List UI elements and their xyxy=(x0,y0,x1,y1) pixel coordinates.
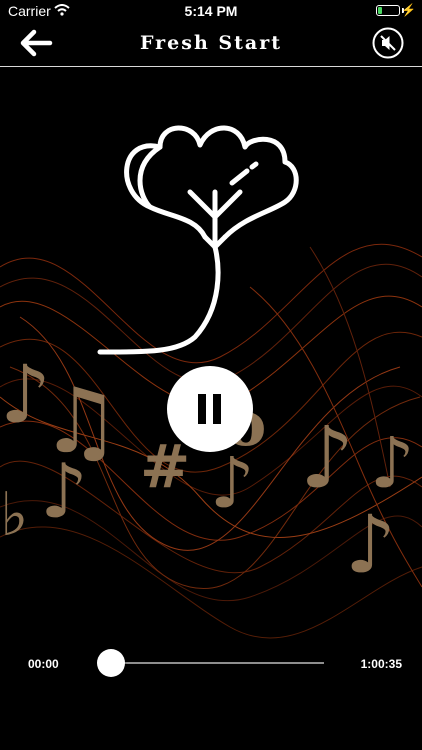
progress-slider-thumb[interactable] xyxy=(97,649,125,677)
progress-track[interactable] xyxy=(112,662,324,664)
pause-button[interactable] xyxy=(167,366,253,452)
eighth-note-icon: ♪ xyxy=(345,498,396,591)
pause-icon-bar-right xyxy=(213,394,221,424)
status-bar: Carrier 5:14 PM ⚡ xyxy=(0,0,422,22)
duration-label: 1:00:35 xyxy=(360,657,402,671)
eighth-note-icon: ♪ xyxy=(370,422,415,504)
pause-icon-bar-left xyxy=(198,394,206,424)
current-time-label: 00:00 xyxy=(28,657,59,671)
eighth-note-icon: ♪ xyxy=(300,409,354,508)
flat-sign-icon: ♭ xyxy=(0,480,28,550)
eighth-note-icon: ♪ xyxy=(210,442,255,524)
charging-icon: ⚡ xyxy=(401,3,416,17)
nav-bar: Fresh Start xyxy=(0,22,422,67)
eighth-note-icon: ♪ xyxy=(40,447,88,535)
page-title: Fresh Start xyxy=(140,32,282,54)
speaker-muted-icon xyxy=(372,27,404,59)
flower-logo xyxy=(97,125,299,355)
mute-button[interactable] xyxy=(372,27,404,59)
battery-icon xyxy=(376,5,400,16)
clock: 5:14 PM xyxy=(184,3,238,19)
